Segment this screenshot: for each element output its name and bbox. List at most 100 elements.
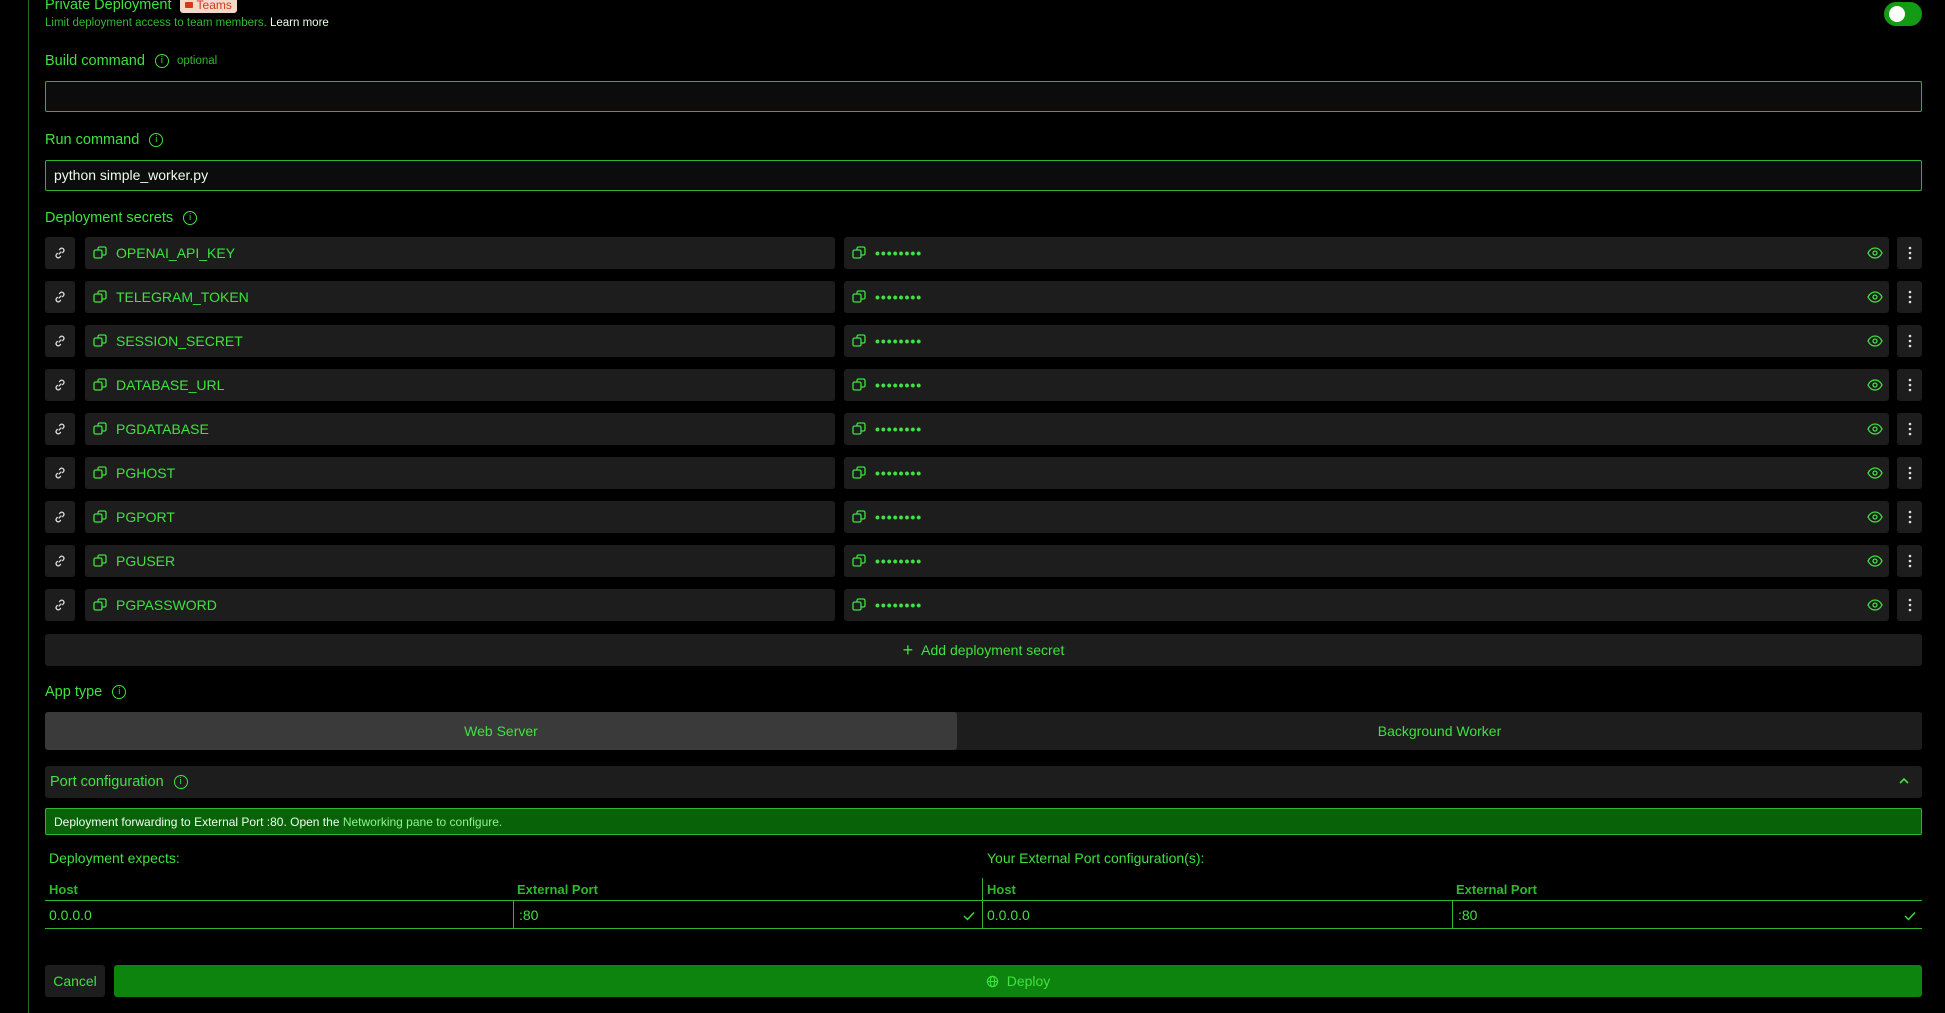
more-options-icon[interactable]: [1897, 545, 1922, 577]
eye-icon[interactable]: [1867, 466, 1883, 482]
port-configuration-header[interactable]: Port configuration i: [45, 766, 1922, 798]
secret-value-field[interactable]: ••••••••: [844, 589, 1889, 621]
copy-icon[interactable]: [93, 466, 107, 480]
deployment-expects-title: Deployment expects:: [49, 850, 180, 866]
secret-value-field[interactable]: ••••••••: [844, 413, 1889, 445]
more-options-icon[interactable]: [1897, 325, 1922, 357]
private-deployment-toggle[interactable]: [1884, 2, 1922, 26]
add-deployment-secret-button[interactable]: + Add deployment secret: [45, 634, 1922, 666]
link-icon[interactable]: [45, 545, 75, 577]
link-icon[interactable]: [45, 237, 75, 269]
secret-value-masked: ••••••••: [875, 245, 923, 261]
info-icon[interactable]: i: [183, 211, 198, 225]
link-icon[interactable]: [45, 281, 75, 313]
more-options-icon[interactable]: [1897, 457, 1922, 489]
eye-icon[interactable]: [1867, 334, 1883, 350]
info-icon[interactable]: i: [149, 133, 164, 147]
copy-icon[interactable]: [93, 290, 107, 304]
more-options-icon[interactable]: [1897, 281, 1922, 313]
eye-icon[interactable]: [1867, 510, 1883, 526]
link-icon[interactable]: [45, 589, 75, 621]
more-options-icon[interactable]: [1897, 589, 1922, 621]
secret-key-field[interactable]: PGDATABASE: [85, 413, 835, 445]
secret-key-field[interactable]: SESSION_SECRET: [85, 325, 835, 357]
external-host-value: 0.0.0.0: [987, 907, 1030, 923]
secret-key-field[interactable]: TELEGRAM_TOKEN: [85, 281, 835, 313]
link-icon[interactable]: [45, 457, 75, 489]
secret-value-field[interactable]: ••••••••: [844, 281, 1889, 313]
link-icon[interactable]: [45, 325, 75, 357]
app-type-web-server[interactable]: Web Server: [45, 712, 957, 750]
secret-key-label: TELEGRAM_TOKEN: [116, 289, 249, 305]
secret-key-field[interactable]: PGHOST: [85, 457, 835, 489]
copy-icon[interactable]: [852, 554, 866, 568]
deploy-button[interactable]: Deploy: [114, 965, 1922, 997]
more-options-icon[interactable]: [1897, 369, 1922, 401]
eye-icon[interactable]: [1867, 378, 1883, 394]
link-icon[interactable]: [45, 413, 75, 445]
copy-icon[interactable]: [852, 246, 866, 260]
learn-more-link[interactable]: Learn more: [270, 17, 329, 29]
briefcase-icon: [184, 1, 193, 8]
eye-icon[interactable]: [1867, 554, 1883, 570]
secret-key-label: PGPORT: [116, 509, 175, 525]
copy-icon[interactable]: [852, 290, 866, 304]
copy-icon[interactable]: [93, 510, 107, 524]
secret-value-field[interactable]: ••••••••: [844, 325, 1889, 357]
copy-icon[interactable]: [93, 554, 107, 568]
info-icon[interactable]: i: [173, 775, 188, 789]
link-icon[interactable]: [45, 369, 75, 401]
run-command-input[interactable]: python simple_worker.py: [45, 160, 1922, 191]
networking-pane-link[interactable]: Networking pane to configure.: [343, 815, 502, 829]
more-options-icon[interactable]: [1897, 237, 1922, 269]
copy-icon[interactable]: [852, 466, 866, 480]
teams-badge: Teams: [179, 0, 237, 13]
eye-icon[interactable]: [1867, 422, 1883, 438]
secret-key-field[interactable]: PGPORT: [85, 501, 835, 533]
secret-value-field[interactable]: ••••••••: [844, 237, 1889, 269]
secret-value-field[interactable]: ••••••••: [844, 501, 1889, 533]
copy-icon[interactable]: [852, 422, 866, 436]
copy-icon[interactable]: [93, 378, 107, 392]
private-deployment-description: Limit deployment access to team members.: [45, 17, 267, 29]
copy-icon[interactable]: [93, 246, 107, 260]
secret-row: PGUSER ••••••••: [45, 545, 1922, 577]
build-command-input[interactable]: [45, 81, 1922, 112]
secret-row: PGDATABASE ••••••••: [45, 413, 1922, 445]
secret-value-field[interactable]: ••••••••: [844, 457, 1889, 489]
copy-icon[interactable]: [93, 334, 107, 348]
more-options-icon[interactable]: [1897, 413, 1922, 445]
copy-icon[interactable]: [852, 334, 866, 348]
info-icon[interactable]: i: [154, 54, 169, 68]
more-options-icon[interactable]: [1897, 501, 1922, 533]
copy-icon[interactable]: [93, 422, 107, 436]
copy-icon[interactable]: [852, 378, 866, 392]
secret-row: PGHOST ••••••••: [45, 457, 1922, 489]
secret-key-field[interactable]: OPENAI_API_KEY: [85, 237, 835, 269]
column-divider: [982, 878, 983, 928]
secret-value-field[interactable]: ••••••••: [844, 369, 1889, 401]
table-bottom-divider: [45, 928, 1922, 929]
copy-icon[interactable]: [852, 510, 866, 524]
eye-icon[interactable]: [1867, 290, 1883, 306]
secret-row: TELEGRAM_TOKEN ••••••••: [45, 281, 1922, 313]
copy-icon[interactable]: [852, 598, 866, 612]
private-deployment-title: Private Deployment: [45, 0, 172, 13]
secret-key-label: PGUSER: [116, 553, 176, 569]
app-type-background-worker[interactable]: Background Worker: [957, 712, 1922, 750]
info-icon[interactable]: i: [112, 685, 127, 699]
secret-key-field[interactable]: PGUSER: [85, 545, 835, 577]
secret-key-field[interactable]: DATABASE_URL: [85, 369, 835, 401]
secret-value-field[interactable]: ••••••••: [844, 545, 1889, 577]
secret-key-label: PGDATABASE: [116, 421, 209, 437]
eye-icon[interactable]: [1867, 246, 1883, 262]
secret-key-field[interactable]: PGPASSWORD: [85, 589, 835, 621]
external-host-header: Host: [987, 882, 1016, 897]
eye-icon[interactable]: [1867, 598, 1883, 614]
cancel-button[interactable]: Cancel: [45, 965, 105, 997]
copy-icon[interactable]: [93, 598, 107, 612]
external-port-config-title: Your External Port configuration(s):: [987, 850, 1205, 866]
link-icon[interactable]: [45, 501, 75, 533]
secret-value-masked: ••••••••: [875, 333, 923, 349]
chevron-up-icon[interactable]: [1898, 774, 1910, 790]
